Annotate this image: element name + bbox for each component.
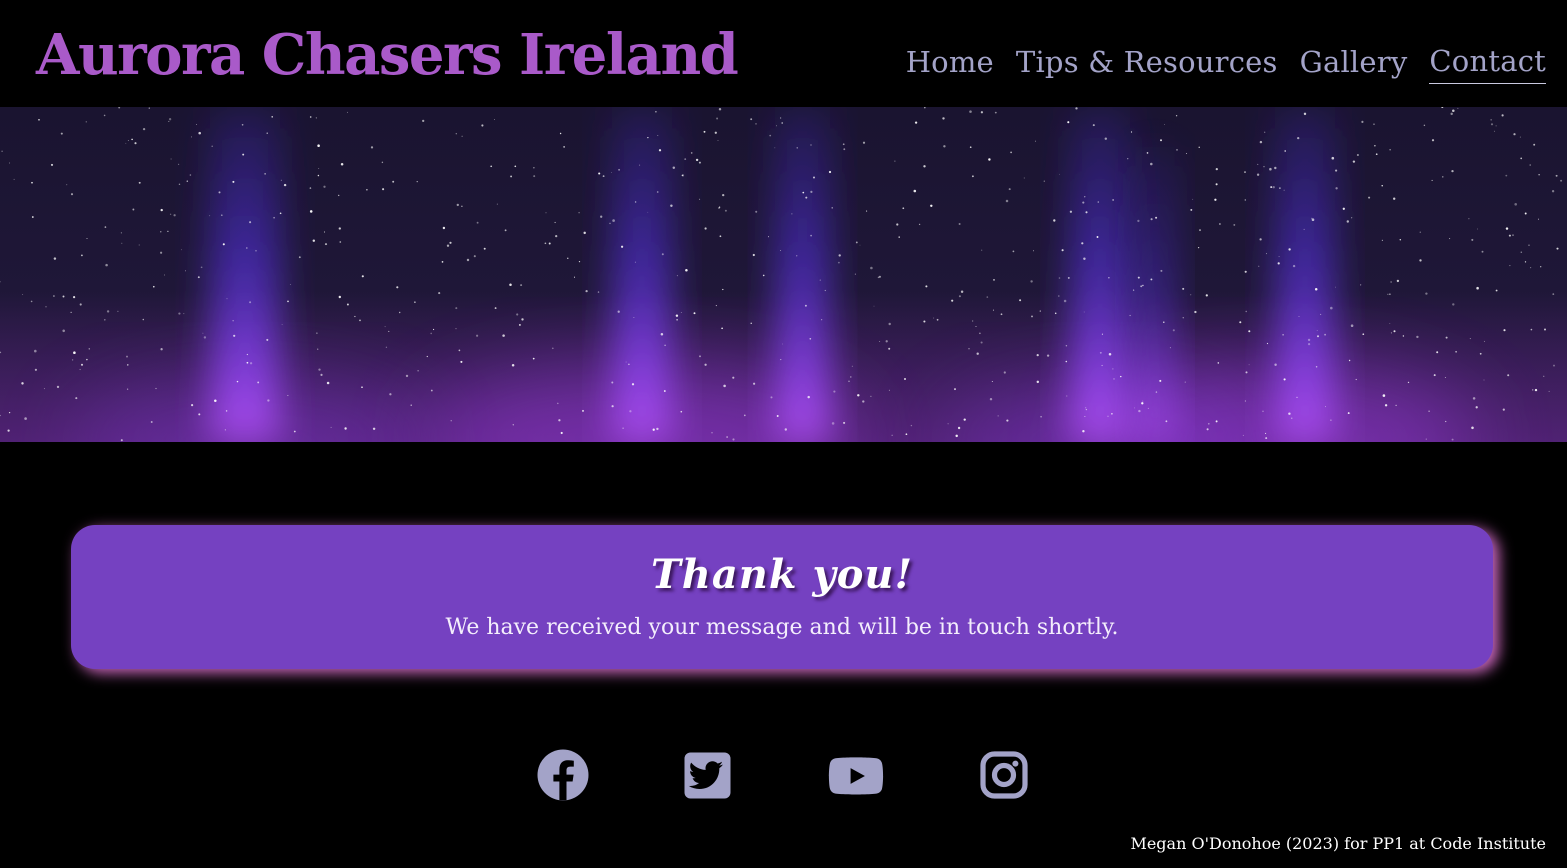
facebook-icon bbox=[537, 749, 589, 801]
site-logo[interactable]: Aurora Chasers Ireland bbox=[36, 16, 739, 94]
nav-link-contact[interactable]: Contact bbox=[1429, 40, 1546, 84]
youtube-icon bbox=[828, 757, 884, 795]
youtube-link[interactable] bbox=[826, 745, 886, 805]
facebook-link[interactable] bbox=[533, 745, 593, 805]
footer-credit: Megan O'Donohoe (2023) for PP1 at Code I… bbox=[1130, 834, 1546, 853]
nav-item-gallery: Gallery bbox=[1300, 40, 1408, 84]
hero-aurora-image bbox=[0, 107, 1567, 442]
nav-link-tips-resources[interactable]: Tips & Resources bbox=[1016, 40, 1278, 84]
instagram-link[interactable] bbox=[974, 745, 1034, 805]
nav-item-tips: Tips & Resources bbox=[1016, 40, 1278, 84]
aurora-sky-graphic bbox=[0, 107, 1563, 442]
thank-you-heading: Thank you! bbox=[650, 551, 914, 598]
nav-item-home: Home bbox=[906, 40, 994, 84]
main-nav: Home Tips & Resources Gallery Contact bbox=[906, 40, 1546, 84]
nav-link-gallery[interactable]: Gallery bbox=[1300, 40, 1408, 84]
social-links bbox=[0, 745, 1567, 805]
site-header: Aurora Chasers Ireland Home Tips & Resou… bbox=[0, 0, 1567, 107]
nav-link-home[interactable]: Home bbox=[906, 40, 994, 84]
thank-you-card: Thank you! We have received your message… bbox=[71, 525, 1493, 669]
instagram-icon bbox=[980, 751, 1028, 799]
twitter-link[interactable] bbox=[677, 745, 737, 805]
thank-you-message: We have received your message and will b… bbox=[445, 615, 1119, 640]
twitter-icon bbox=[684, 752, 731, 799]
nav-item-contact: Contact bbox=[1429, 40, 1546, 84]
